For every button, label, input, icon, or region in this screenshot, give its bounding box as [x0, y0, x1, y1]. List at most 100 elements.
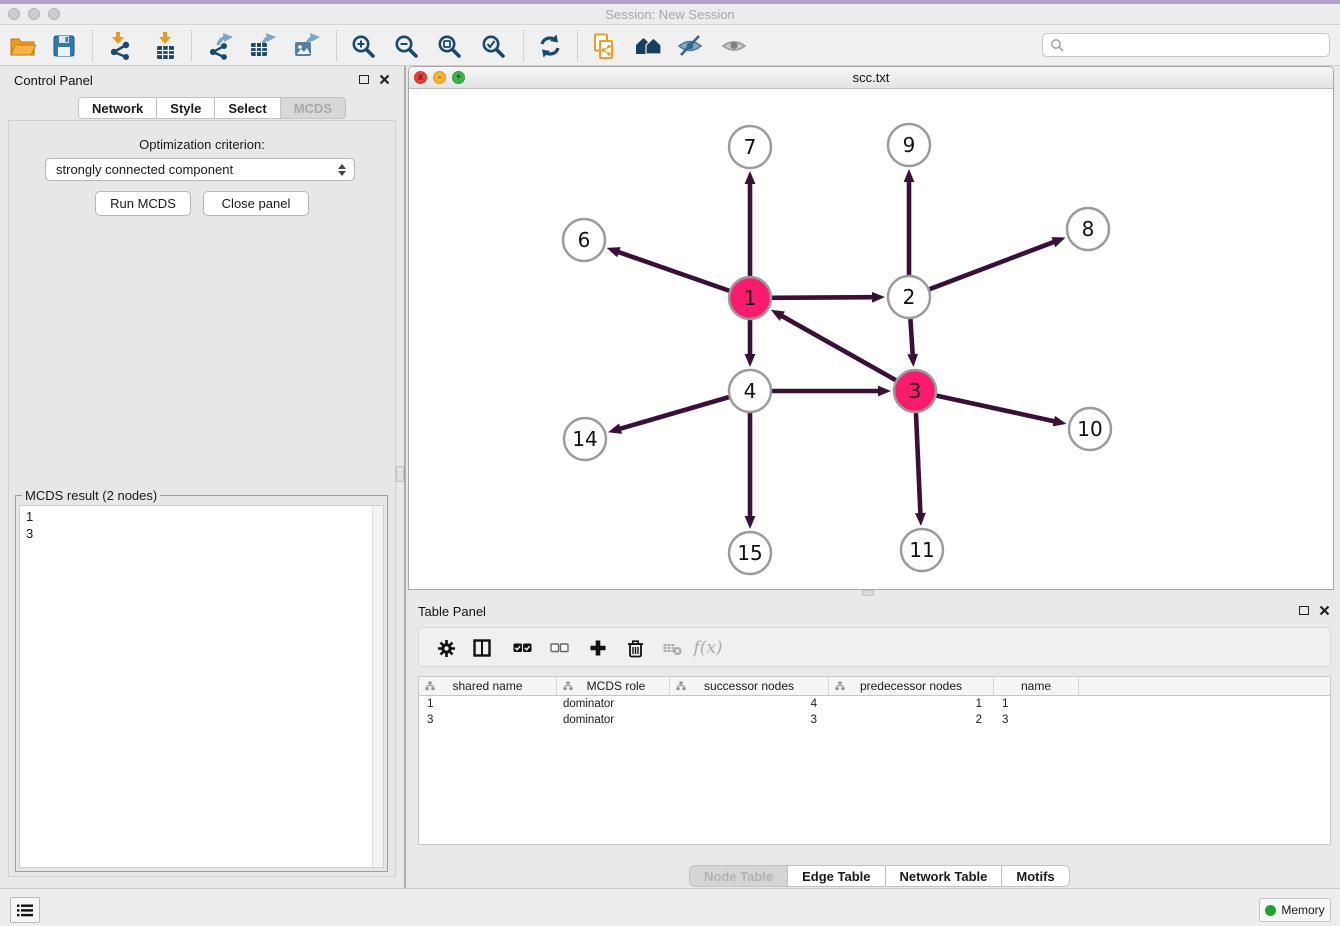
cell-successor-nodes[interactable]: 4: [670, 696, 829, 712]
cell-mcds-role[interactable]: dominator: [557, 696, 670, 712]
close-panel-icon[interactable]: [379, 74, 390, 85]
cell-shared-name[interactable]: 3: [419, 712, 557, 728]
graph-node-8[interactable]: 8: [1067, 208, 1109, 250]
column-header-predecessor-nodes[interactable]: predecessor nodes: [829, 677, 994, 696]
graph-edge-4-14[interactable]: [608, 397, 729, 434]
vertical-splitter[interactable]: [404, 66, 406, 888]
hide-selected-button[interactable]: [672, 28, 708, 64]
tab-mcds[interactable]: MCDS: [281, 97, 346, 119]
zoom-selected-button[interactable]: [475, 28, 511, 64]
table-settings-button[interactable]: [431, 633, 461, 663]
import-network-button[interactable]: [102, 28, 138, 64]
search-input[interactable]: [1068, 36, 1329, 54]
table-row[interactable]: 1 dominator 4 1 1: [419, 696, 1330, 712]
export-table-button[interactable]: [244, 28, 280, 64]
tab-style[interactable]: Style: [157, 97, 215, 119]
export-image-button[interactable]: [288, 28, 324, 64]
import-table-button[interactable]: [148, 28, 184, 64]
graph-edge-2-8[interactable]: [930, 237, 1066, 289]
close-table-panel-icon[interactable]: [1319, 605, 1330, 616]
tab-network-table[interactable]: Network Table: [886, 865, 1003, 887]
tab-node-table[interactable]: Node Table: [689, 865, 788, 887]
criterion-dropdown[interactable]: strongly connected component: [45, 158, 355, 181]
table-row[interactable]: 3 dominator 3 2 3: [419, 712, 1330, 728]
network-view-window: x - + scc.txt 7 9 6 8 1 2 4 3 14 10 15 11: [408, 66, 1334, 590]
refresh-icon: [537, 33, 563, 59]
graph-edge-4-15[interactable]: [745, 413, 756, 529]
zoom-out-button[interactable]: [388, 28, 424, 64]
cell-mcds-role[interactable]: dominator: [557, 712, 670, 728]
deselect-all-button[interactable]: [544, 633, 574, 663]
graph-node-15[interactable]: 15: [729, 532, 771, 574]
refresh-layout-button[interactable]: [532, 28, 568, 64]
close-panel-button[interactable]: Close panel: [203, 191, 309, 216]
cell-predecessor-nodes[interactable]: 2: [829, 712, 994, 728]
graph-node-9[interactable]: 9: [888, 124, 930, 166]
graph-edge-1-4[interactable]: [745, 320, 756, 367]
graph-edge-1-7[interactable]: [745, 171, 756, 276]
graph-node-7[interactable]: 7: [729, 126, 771, 168]
memory-button[interactable]: Memory: [1259, 898, 1331, 922]
select-all-button[interactable]: [507, 633, 537, 663]
graph-node-label: 3: [909, 379, 922, 403]
graph-edge-3-10[interactable]: [936, 396, 1066, 427]
mcds-result-textarea[interactable]: 1 3: [19, 505, 384, 868]
graph-node-10[interactable]: 10: [1069, 408, 1111, 450]
graph-edge-1-2[interactable]: [772, 292, 885, 303]
function-builder-button[interactable]: f(x): [693, 633, 723, 663]
column-header-mcds-role[interactable]: MCDS role: [557, 677, 670, 696]
show-all-button[interactable]: [716, 28, 752, 64]
cell-predecessor-nodes[interactable]: 1: [829, 696, 994, 712]
graph-edge-4-3[interactable]: [772, 386, 891, 397]
cell-name[interactable]: 1: [994, 696, 1079, 712]
graph-edge-2-9[interactable]: [904, 169, 915, 275]
zoom-fit-button[interactable]: [431, 28, 467, 64]
column-header-name[interactable]: name: [994, 677, 1079, 696]
column-header-shared-name[interactable]: shared name: [419, 677, 557, 696]
save-session-button[interactable]: [46, 28, 82, 64]
first-neighbors-button[interactable]: [630, 28, 666, 64]
clone-network-button[interactable]: [586, 28, 622, 64]
graph-node-2[interactable]: 2: [888, 276, 930, 318]
graph-node-6[interactable]: 6: [563, 219, 605, 261]
column-header-successor-nodes[interactable]: successor nodes: [670, 677, 829, 696]
add-column-button[interactable]: [583, 633, 613, 663]
tab-select[interactable]: Select: [215, 97, 280, 119]
toolbar-separator: [92, 30, 93, 61]
delete-column-button[interactable]: [620, 633, 650, 663]
graph-node-4[interactable]: 4: [729, 370, 771, 412]
task-history-button[interactable]: [10, 897, 40, 923]
network-canvas[interactable]: 7 9 6 8 1 2 4 3 14 10 15 11: [409, 89, 1333, 590]
network-canvas-area[interactable]: 7 9 6 8 1 2 4 3 14 10 15 11: [409, 89, 1333, 589]
toolbar-separator: [191, 30, 192, 61]
toolbar-separator: [577, 30, 578, 61]
trash-icon: [627, 639, 644, 658]
result-scrollbar[interactable]: [372, 506, 383, 867]
float-table-panel-icon[interactable]: [1299, 606, 1309, 615]
run-mcds-button[interactable]: Run MCDS: [95, 191, 191, 216]
split-columns-button[interactable]: [467, 633, 497, 663]
graph-node-14[interactable]: 14: [564, 418, 606, 460]
cell-shared-name[interactable]: 1: [419, 696, 557, 712]
export-network-button[interactable]: [202, 28, 238, 64]
graph-edge-1-6[interactable]: [607, 247, 730, 291]
search-field[interactable]: [1042, 33, 1330, 57]
graph-edge-3-11[interactable]: [915, 413, 926, 526]
graph-node-3[interactable]: 3: [894, 370, 936, 412]
horizontal-splitter-grip[interactable]: [862, 590, 874, 596]
float-panel-icon[interactable]: [359, 75, 369, 84]
graph-node-11[interactable]: 11: [901, 529, 943, 571]
graph-node-1[interactable]: 1: [729, 277, 771, 319]
cell-successor-nodes[interactable]: 3: [670, 712, 829, 728]
vertical-splitter-grip[interactable]: [396, 466, 404, 482]
zoom-in-button[interactable]: [345, 28, 381, 64]
delete-table-button[interactable]: [657, 633, 687, 663]
tab-edge-table[interactable]: Edge Table: [788, 865, 885, 887]
graph-edge-3-1[interactable]: [771, 310, 896, 380]
open-session-button[interactable]: [4, 28, 40, 64]
tab-network[interactable]: Network: [78, 97, 157, 119]
graph-edge-2-3[interactable]: [907, 319, 918, 367]
tab-motifs[interactable]: Motifs: [1002, 865, 1069, 887]
network-window-titlebar[interactable]: x - + scc.txt: [409, 67, 1333, 89]
cell-name[interactable]: 3: [994, 712, 1079, 728]
